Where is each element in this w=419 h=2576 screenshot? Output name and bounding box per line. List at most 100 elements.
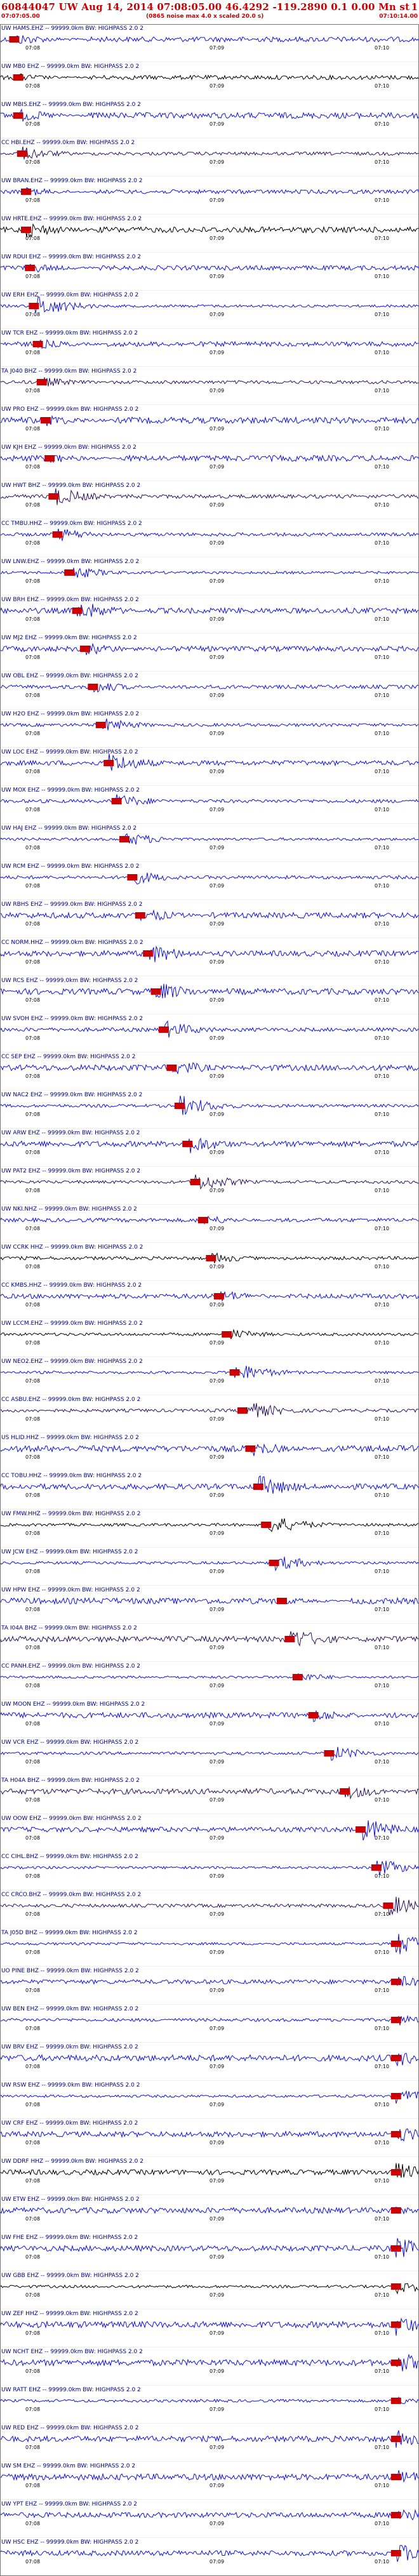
station-label: UW JCW EHZ -- 99999.0km BW: HIGHPASS 2.0…	[1, 1549, 138, 1555]
pick-marker	[390, 2245, 401, 2252]
pick-marker	[383, 1902, 394, 1909]
station-label: UW RCS EHZ -- 99999.0km BW: HIGHPASS 2.0…	[1, 978, 138, 984]
station-label: UW HSC EHZ -- 99999.0km BW: HIGHPASS 2.0…	[1, 2539, 138, 2546]
time-mark: 07:09	[210, 45, 224, 51]
time-mark: 07:08	[25, 1569, 40, 1574]
time-mark: 07:08	[25, 274, 40, 279]
station-label: UW NAC2 EHZ -- 99999.0km BW: HIGHPASS 2.…	[1, 1092, 142, 1098]
time-mark: 07:09	[210, 693, 224, 698]
time-mark: 07:09	[210, 1035, 224, 1041]
station-label: UW OOW EHZ -- 99999.0km BW: HIGHPASS 2.0…	[1, 1816, 142, 1822]
time-mark: 07:09	[210, 1150, 224, 1155]
time-mark: 07:09	[210, 312, 224, 317]
time-mark: 07:09	[210, 1607, 224, 1612]
trace-line	[0, 1365, 419, 1378]
pick-marker	[390, 1941, 401, 1947]
time-mark: 07:08	[25, 1073, 40, 1079]
trace-line	[0, 794, 419, 806]
time-mark: 07:09	[210, 1454, 224, 1460]
event-count: 1	[411, 1, 418, 13]
time-mark: 07:08	[25, 2483, 40, 2488]
station-label: CC TMBU.HHZ -- 99999.0km BW: HIGHPASS 2.…	[1, 521, 142, 527]
station-label: UW KJH EHZ -- 99999.0km BW: HIGHPASS 2.0…	[1, 444, 136, 451]
time-mark: 07:09	[210, 1645, 224, 1650]
time-mark: 07:10	[375, 312, 389, 317]
station-label: UW GBB EHZ -- 99999.0km BW: HIGHPASS 2.0…	[1, 2273, 139, 2279]
time-mark: 07:10	[375, 807, 389, 813]
pick-marker	[261, 1522, 272, 1528]
time-mark: 07:09	[210, 2407, 224, 2412]
time-mark: 07:08	[25, 2178, 40, 2184]
time-mark: 07:10	[375, 159, 389, 165]
time-mark: 07:09	[210, 1949, 224, 1955]
time-mark: 07:10	[375, 2445, 389, 2450]
trace-line	[0, 1631, 419, 1647]
time-mark: 07:09	[210, 807, 224, 813]
time-mark: 07:08	[25, 1835, 40, 1841]
pick-marker	[390, 2360, 401, 2366]
pick-marker	[253, 1484, 263, 1490]
station-label: UW NKI.NHZ -- 99999.0km BW: HIGHPASS 2.0…	[1, 1206, 137, 1212]
time-mark: 07:10	[375, 274, 389, 279]
time-mark: 07:09	[210, 2140, 224, 2146]
time-mark: 07:10	[375, 2368, 389, 2374]
time-mark: 07:08	[25, 45, 40, 51]
trace-line	[0, 1710, 419, 1722]
pick-marker	[135, 912, 145, 919]
time-mark: 07:10	[375, 1683, 389, 1689]
time-mark: 07:08	[25, 2330, 40, 2336]
trace-line	[0, 263, 419, 273]
time-mark: 07:09	[210, 159, 224, 165]
time-mark: 07:08	[25, 616, 40, 622]
pick-marker	[390, 2283, 401, 2290]
end-time: 07:10:14.00	[379, 13, 418, 20]
pick-marker	[340, 1788, 350, 1795]
time-mark: 07:10	[375, 1150, 389, 1155]
pick-marker	[44, 455, 55, 461]
time-mark: 07:09	[210, 1759, 224, 1765]
time-mark: 07:10	[375, 1264, 389, 1270]
pick-marker	[21, 227, 31, 233]
time-mark: 07:09	[210, 997, 224, 1003]
time-mark: 07:09	[210, 616, 224, 622]
time-mark: 07:08	[25, 1645, 40, 1650]
pick-marker	[52, 531, 63, 538]
station-label: UW ZEF HHZ -- 99999.0km BW: HIGHPASS 2.0…	[1, 2311, 138, 2317]
trace-line	[0, 718, 419, 731]
time-mark: 07:09	[210, 1302, 224, 1308]
time-mark: 07:09	[210, 578, 224, 584]
time-mark: 07:09	[210, 769, 224, 774]
time-mark: 07:10	[375, 578, 389, 584]
station-label: CC CIHL.BHZ -- 99999.0km BW: HIGHPASS 2.…	[1, 1854, 138, 1860]
time-mark: 07:08	[25, 769, 40, 774]
time-mark: 07:10	[375, 997, 389, 1003]
station-label: UW BRH EHZ -- 99999.0km BW: HIGHPASS 2.0…	[1, 597, 139, 603]
station-label: CC SEP EHZ -- 99999.0km BW: HIGHPASS 2.0…	[1, 1054, 136, 1060]
station-label: TA H04A BHZ -- 99999.0km BW: HIGHPASS 2.…	[1, 1777, 140, 1784]
time-mark: 07:10	[375, 1721, 389, 1727]
time-mark: 07:09	[210, 1988, 224, 1993]
station-label: UW LNW.EHZ -- 99999.0km BW: HIGHPASS 2.0…	[1, 559, 139, 565]
pick-marker	[277, 1598, 287, 1604]
time-mark: 07:08	[25, 1302, 40, 1308]
pick-marker	[143, 950, 154, 957]
pick-marker	[150, 988, 161, 995]
pick-marker	[206, 1255, 216, 1261]
time-mark: 07:09	[210, 959, 224, 965]
trace-line	[0, 2470, 419, 2483]
time-mark: 07:09	[210, 121, 224, 127]
time-mark: 07:09	[210, 2559, 224, 2565]
time-mark: 07:09	[210, 1340, 224, 1346]
time-mark: 07:09	[210, 2521, 224, 2526]
trace-line	[0, 2163, 419, 2178]
pick-marker	[237, 1407, 248, 1414]
station-label: TA I04A BHZ -- 99999.0km BW: HIGHPASS 2.…	[1, 1625, 137, 1631]
station-label: UW CRF EHZ -- 99999.0km BW: HIGHPASS 2.0…	[1, 2120, 138, 2127]
trace-line	[0, 108, 419, 122]
seismogram-panel: UW HAMS.EHZ -- 99999.0km BW: HIGHPASS 2.…	[0, 25, 419, 2576]
time-mark: 07:08	[25, 1530, 40, 1536]
time-mark: 07:08	[25, 2407, 40, 2412]
time-mark: 07:08	[25, 1911, 40, 1917]
time-mark: 07:10	[375, 2178, 389, 2184]
time-mark: 07:10	[375, 388, 389, 394]
